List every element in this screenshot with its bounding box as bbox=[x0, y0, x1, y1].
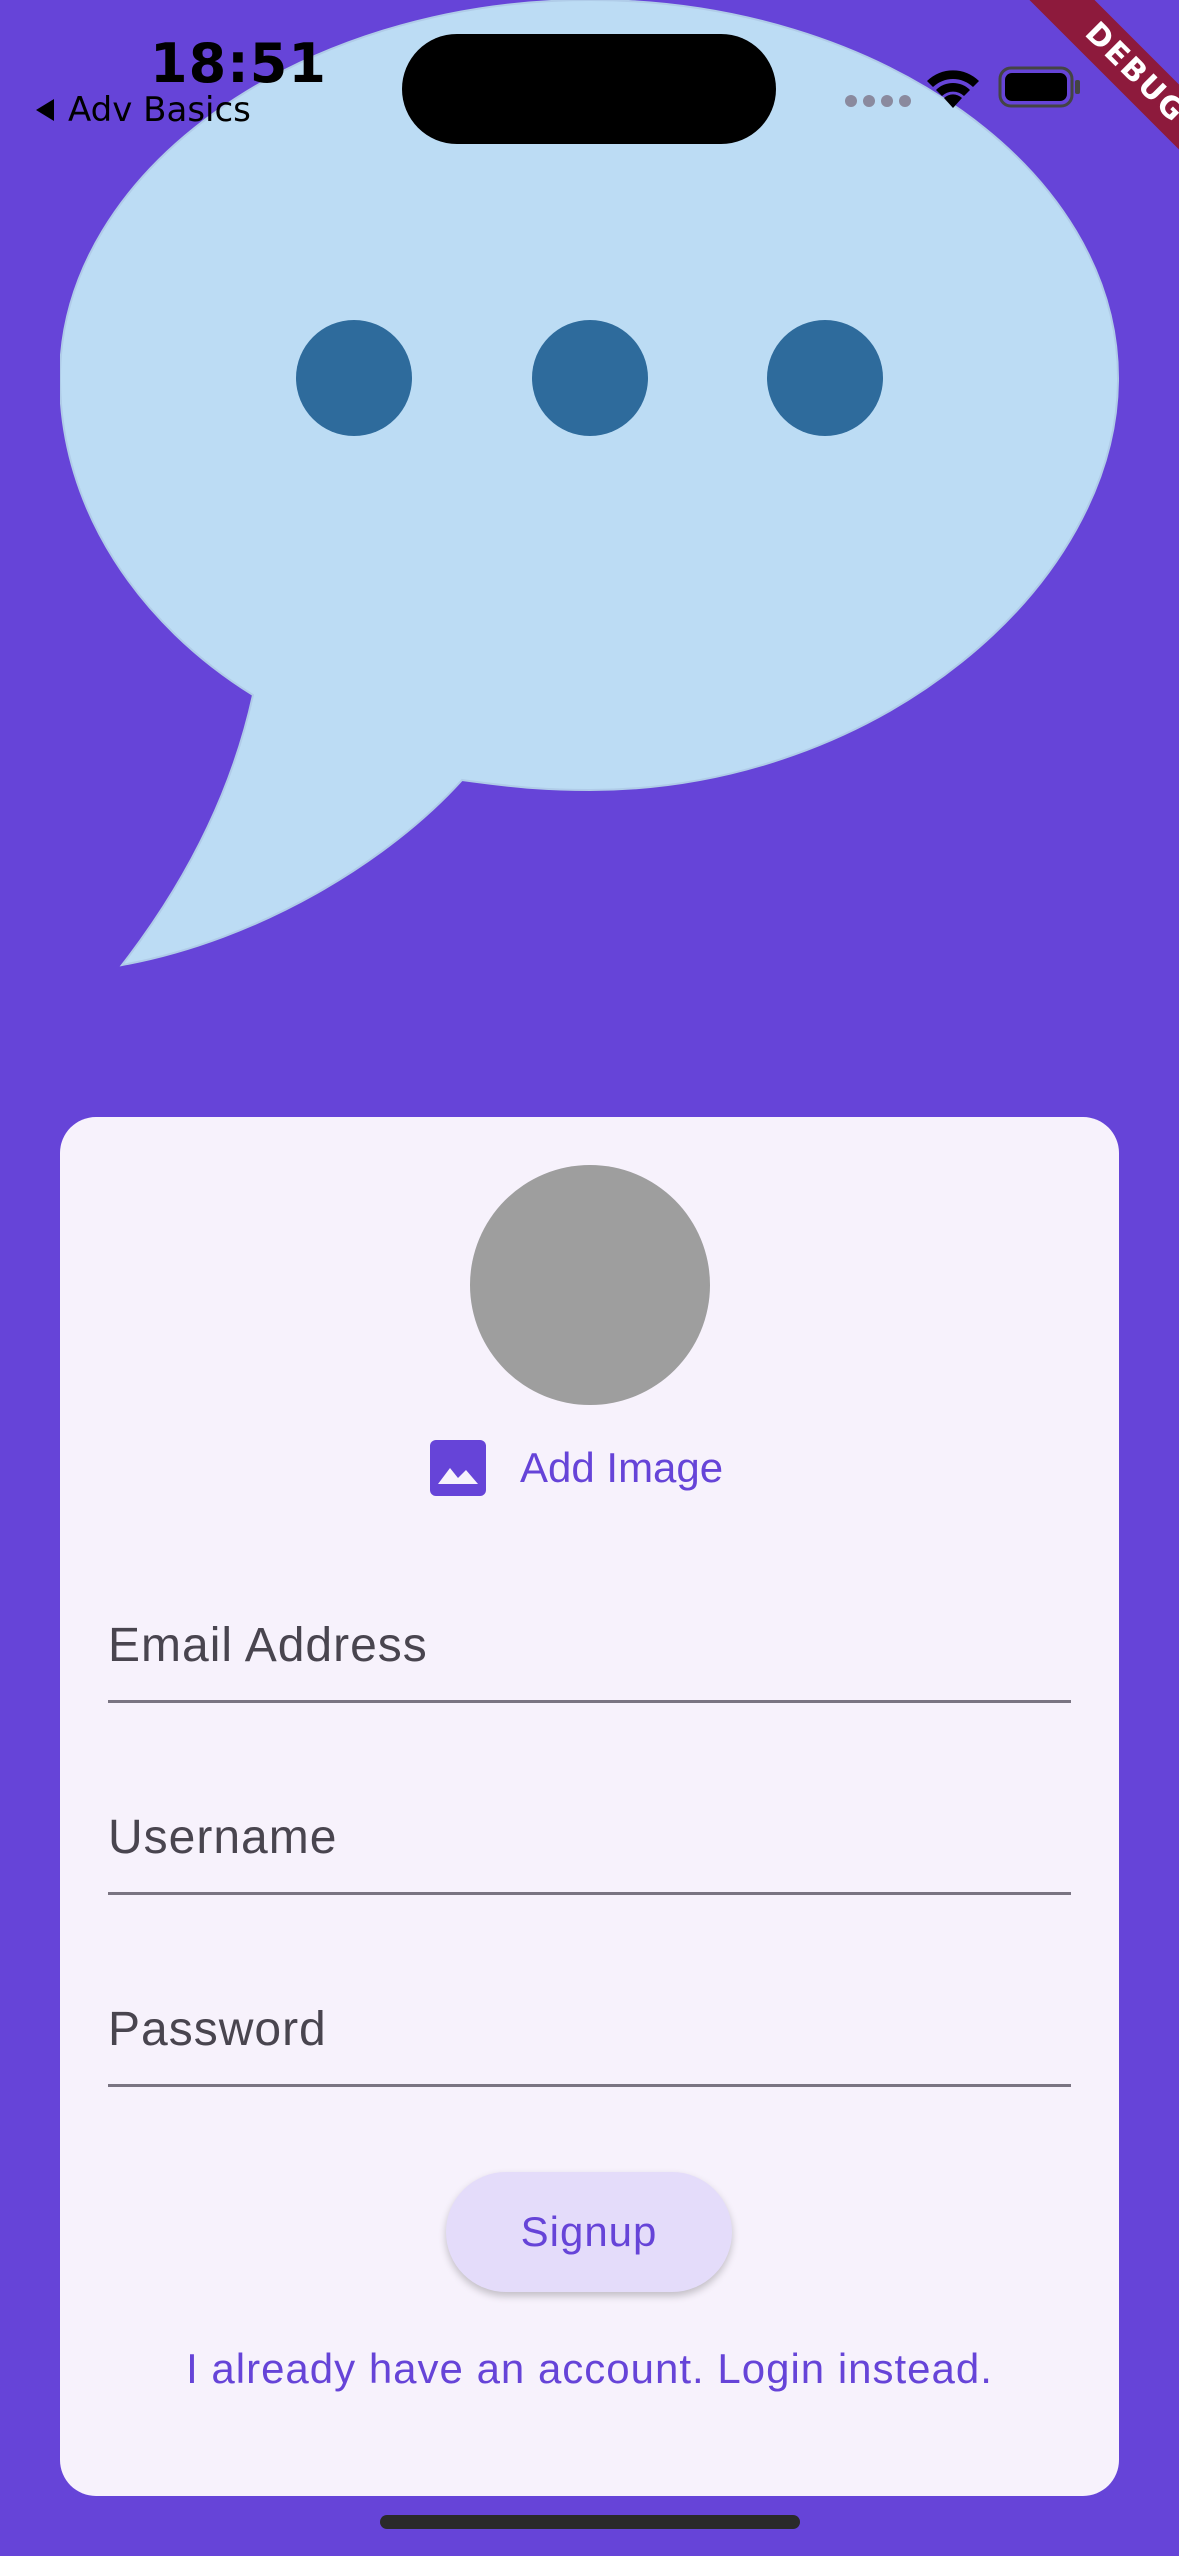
email-input[interactable] bbox=[108, 1590, 1071, 1700]
wifi-icon bbox=[927, 70, 979, 108]
username-input[interactable] bbox=[108, 1782, 1071, 1892]
avatar bbox=[470, 1165, 710, 1405]
bubble-dot-2 bbox=[532, 320, 648, 436]
email-field bbox=[108, 1590, 1071, 1703]
cellular-signal-icon bbox=[845, 95, 911, 107]
image-icon bbox=[430, 1440, 486, 1496]
password-field bbox=[108, 1974, 1071, 2087]
back-arrow-icon bbox=[36, 99, 54, 121]
add-image-button[interactable]: Add Image bbox=[430, 1440, 723, 1496]
home-indicator[interactable] bbox=[380, 2515, 800, 2529]
back-to-app-button[interactable]: Adv Basics bbox=[36, 90, 251, 130]
chat-bubble-shape bbox=[60, 0, 1120, 967]
add-image-label: Add Image bbox=[520, 1444, 724, 1491]
dynamic-island bbox=[402, 34, 776, 144]
back-app-label: Adv Basics bbox=[68, 90, 251, 130]
password-input[interactable] bbox=[108, 1974, 1071, 2084]
username-field bbox=[108, 1782, 1071, 1895]
bubble-dot-1 bbox=[296, 320, 412, 436]
battery-icon bbox=[998, 66, 1080, 108]
chat-bubble-logo bbox=[60, 0, 1120, 967]
bubble-dot-3 bbox=[767, 320, 883, 436]
login-instead-link[interactable]: I already have an account. Login instead… bbox=[60, 2345, 1119, 2393]
status-time: 18:51 bbox=[150, 32, 327, 95]
signup-button[interactable]: Signup bbox=[446, 2172, 732, 2292]
